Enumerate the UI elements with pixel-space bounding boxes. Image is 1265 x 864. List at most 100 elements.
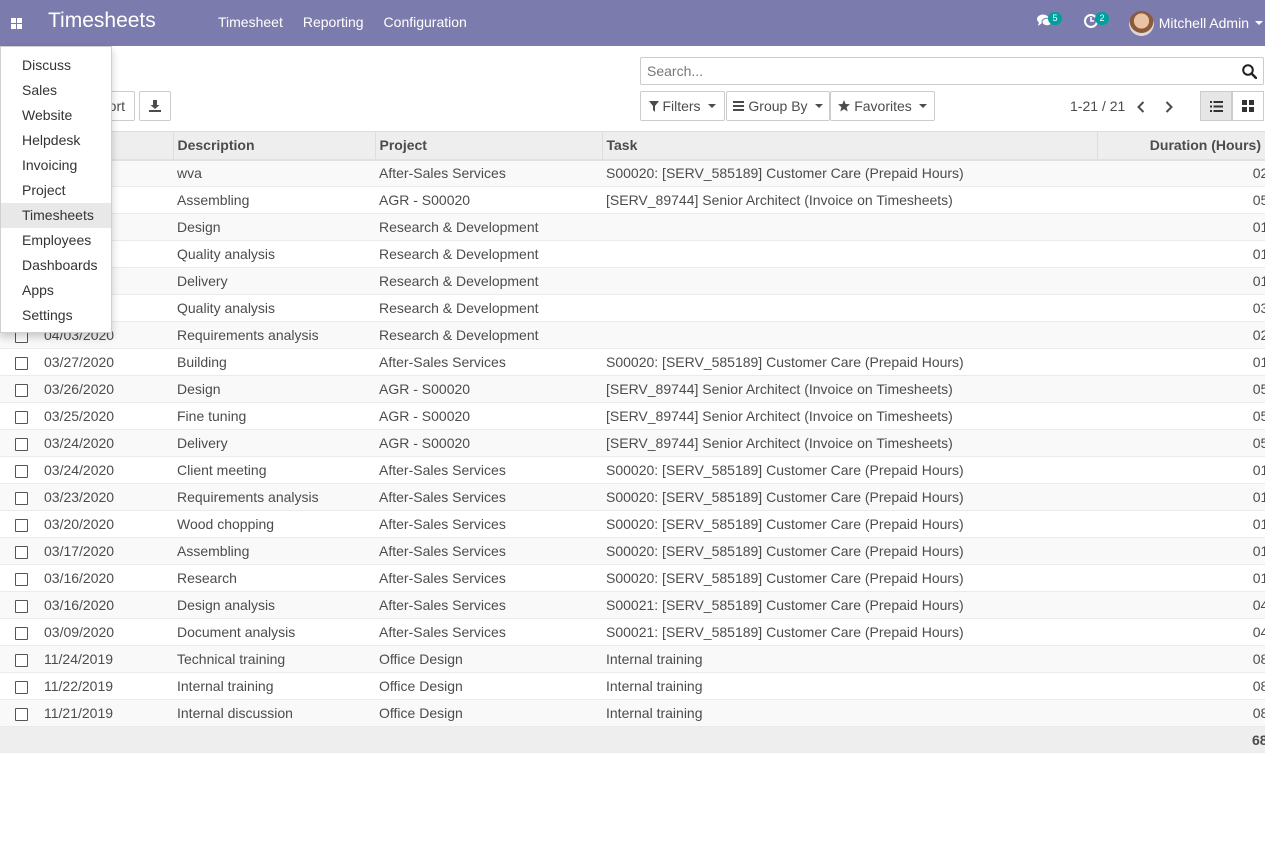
cell-project: Research & Development xyxy=(375,213,602,241)
app-menu-item-website[interactable]: Website xyxy=(1,103,111,128)
table-row[interactable]: 11/21/2019 Internal discussion Office Desi… xyxy=(0,699,1265,727)
filters-button[interactable]: Filters xyxy=(640,91,725,121)
search-icon[interactable] xyxy=(1242,64,1257,79)
table-row[interactable]: 11/24/2019 Technical training Office Desig… xyxy=(0,645,1265,673)
table-row[interactable]: 03/25/2020 Fine tuning AGR - S00020 [SERV_8… xyxy=(0,402,1265,430)
cell-project: AGR - S00020 xyxy=(375,375,602,403)
cell-project: AGR - S00020 xyxy=(375,186,602,214)
app-brand[interactable]: Timesheets xyxy=(48,9,156,33)
pager-previous-button[interactable] xyxy=(1131,98,1151,116)
apps-menu-button[interactable] xyxy=(0,0,33,46)
cell-task: S00020: [SERV_585189] Customer Care (Pre… xyxy=(602,483,1097,511)
menu-timesheet[interactable]: Timesheet xyxy=(208,0,293,46)
app-menu-item-settings[interactable]: Settings xyxy=(1,303,111,328)
row-checkbox[interactable] xyxy=(15,626,28,640)
activity-badge: 2 xyxy=(1095,12,1109,25)
row-checkbox[interactable] xyxy=(15,707,28,721)
app-menu-item-dashboards[interactable]: Dashboards xyxy=(1,253,111,278)
kanban-view-button[interactable] xyxy=(1232,91,1264,121)
activity-button[interactable]: 2 xyxy=(1083,12,1109,32)
cell-date: 03/23/2020 xyxy=(40,483,173,511)
table-row[interactable]: Assembling AGR - S00020 [SERV_89744] Senio… xyxy=(0,186,1265,214)
app-menu-item-sales[interactable]: Sales xyxy=(1,78,111,103)
row-select-cell xyxy=(0,510,40,538)
pager-value[interactable]: 1-21 / 21 xyxy=(1070,98,1125,114)
cell-description: Building xyxy=(173,348,375,376)
table-row[interactable]: 03/09/2020 Document analysis After-Sales S… xyxy=(0,618,1265,646)
row-checkbox[interactable] xyxy=(15,680,28,694)
apps-dropdown-menu: Discuss Sales Website Helpdesk Invoicing Proj… xyxy=(0,46,112,333)
table-row[interactable]: 04/03/2020 Requirements analysis Research … xyxy=(0,321,1265,349)
avatar xyxy=(1128,10,1154,36)
timesheet-list: Description Project Task Duration (Hours… xyxy=(0,131,1265,753)
favorites-button[interactable]: Favorites xyxy=(830,91,935,121)
app-menu-item-discuss[interactable]: Discuss xyxy=(1,53,111,78)
row-checkbox[interactable] xyxy=(15,383,28,397)
row-checkbox[interactable] xyxy=(15,545,28,559)
table-row[interactable]: Quality analysisResearch & Development 03… xyxy=(0,294,1265,322)
timesheet-table: Description Project Task Duration (Hours… xyxy=(0,131,1265,753)
row-checkbox[interactable] xyxy=(15,356,28,370)
header-description[interactable]: Description xyxy=(172,131,375,161)
cell-description: Wood chopping xyxy=(173,510,375,538)
row-checkbox[interactable] xyxy=(15,437,28,451)
cell-description: Fine tuning xyxy=(173,402,375,430)
row-checkbox[interactable] xyxy=(15,599,28,613)
menu-configuration[interactable]: Configuration xyxy=(374,0,477,46)
cell-project: After-Sales Services xyxy=(375,591,602,619)
pager-next-button[interactable] xyxy=(1159,98,1179,116)
table-row[interactable]: Quality analysisResearch & Development 01… xyxy=(0,240,1265,268)
cell-project: After-Sales Services xyxy=(375,483,602,511)
row-select-cell xyxy=(0,564,40,592)
table-row[interactable]: 03/20/2020 Wood chopping After-Sales Servi… xyxy=(0,510,1265,538)
cell-date: 03/25/2020 xyxy=(40,402,173,430)
table-row[interactable]: 03/26/2020 Design AGR - S00020 [SERV_89744]… xyxy=(0,375,1265,403)
user-menu[interactable]: Mitchell Admin xyxy=(1128,0,1265,46)
table-row[interactable]: 03/16/2020 Design analysis After-Sales Ser… xyxy=(0,591,1265,619)
cell-duration: 08:0 xyxy=(1097,699,1265,727)
cell-date: 03/16/2020 xyxy=(40,591,173,619)
cell-project: Office Design xyxy=(375,699,602,727)
row-checkbox[interactable] xyxy=(15,491,28,505)
table-row[interactable]: 11/22/2019 Internal training Office Design… xyxy=(0,672,1265,700)
row-checkbox[interactable] xyxy=(15,572,28,586)
app-menu-item-timesheets[interactable]: Timesheets xyxy=(1,203,111,228)
app-menu-item-invoicing[interactable]: Invoicing xyxy=(1,153,111,178)
table-row[interactable]: 03/24/2020 Client meeting After-Sales Serv… xyxy=(0,456,1265,484)
row-select-cell xyxy=(0,537,40,565)
cell-description: Delivery xyxy=(173,267,375,295)
chat-button[interactable]: 5 xyxy=(1036,12,1062,32)
app-menu-item-helpdesk[interactable]: Helpdesk xyxy=(1,128,111,153)
menu-reporting[interactable]: Reporting xyxy=(293,0,374,46)
row-select-cell xyxy=(0,645,40,673)
group-by-label: Group By xyxy=(748,98,808,114)
table-row[interactable]: 03/23/2020 Requirements analysis After-Sal… xyxy=(0,483,1265,511)
table-row[interactable]: 03/16/2020 Research After-Sales Services S0… xyxy=(0,564,1265,592)
table-row[interactable]: 03/24/2020 Delivery AGR - S00020 [SERV_8974… xyxy=(0,429,1265,457)
row-checkbox[interactable] xyxy=(15,410,28,424)
row-checkbox[interactable] xyxy=(15,518,28,532)
row-checkbox[interactable] xyxy=(15,464,28,478)
cell-duration: 01:0 xyxy=(1097,456,1265,484)
table-row[interactable]: 03/27/2020 Building After-Sales Services S0… xyxy=(0,348,1265,376)
cell-date: 03/20/2020 xyxy=(40,510,173,538)
download-button[interactable] xyxy=(139,91,171,121)
row-checkbox[interactable] xyxy=(15,653,28,667)
row-select-cell xyxy=(0,618,40,646)
app-menu-item-apps[interactable]: Apps xyxy=(1,278,111,303)
search-input[interactable] xyxy=(641,58,1231,84)
list-view-button[interactable] xyxy=(1200,91,1232,121)
app-menu-item-employees[interactable]: Employees xyxy=(1,228,111,253)
header-task[interactable]: Task xyxy=(601,131,1097,161)
table-row[interactable]: 03/17/2020 Assembling After-Sales Services… xyxy=(0,537,1265,565)
header-duration[interactable]: Duration (Hours) xyxy=(1096,131,1265,161)
table-row[interactable]: DeliveryResearch & Development 01:0 xyxy=(0,267,1265,295)
group-by-button[interactable]: Group By xyxy=(726,91,830,121)
cell-task: S00021: [SERV_585189] Customer Care (Pre… xyxy=(602,618,1097,646)
download-icon xyxy=(149,100,161,112)
header-project[interactable]: Project xyxy=(374,131,602,161)
table-row[interactable]: wva After-Sales Services S00020: [SERV_585… xyxy=(0,159,1265,187)
app-menu-item-project[interactable]: Project xyxy=(1,178,111,203)
table-row[interactable]: DesignResearch & Development 01:0 xyxy=(0,213,1265,241)
apps-grid-icon xyxy=(11,17,22,29)
